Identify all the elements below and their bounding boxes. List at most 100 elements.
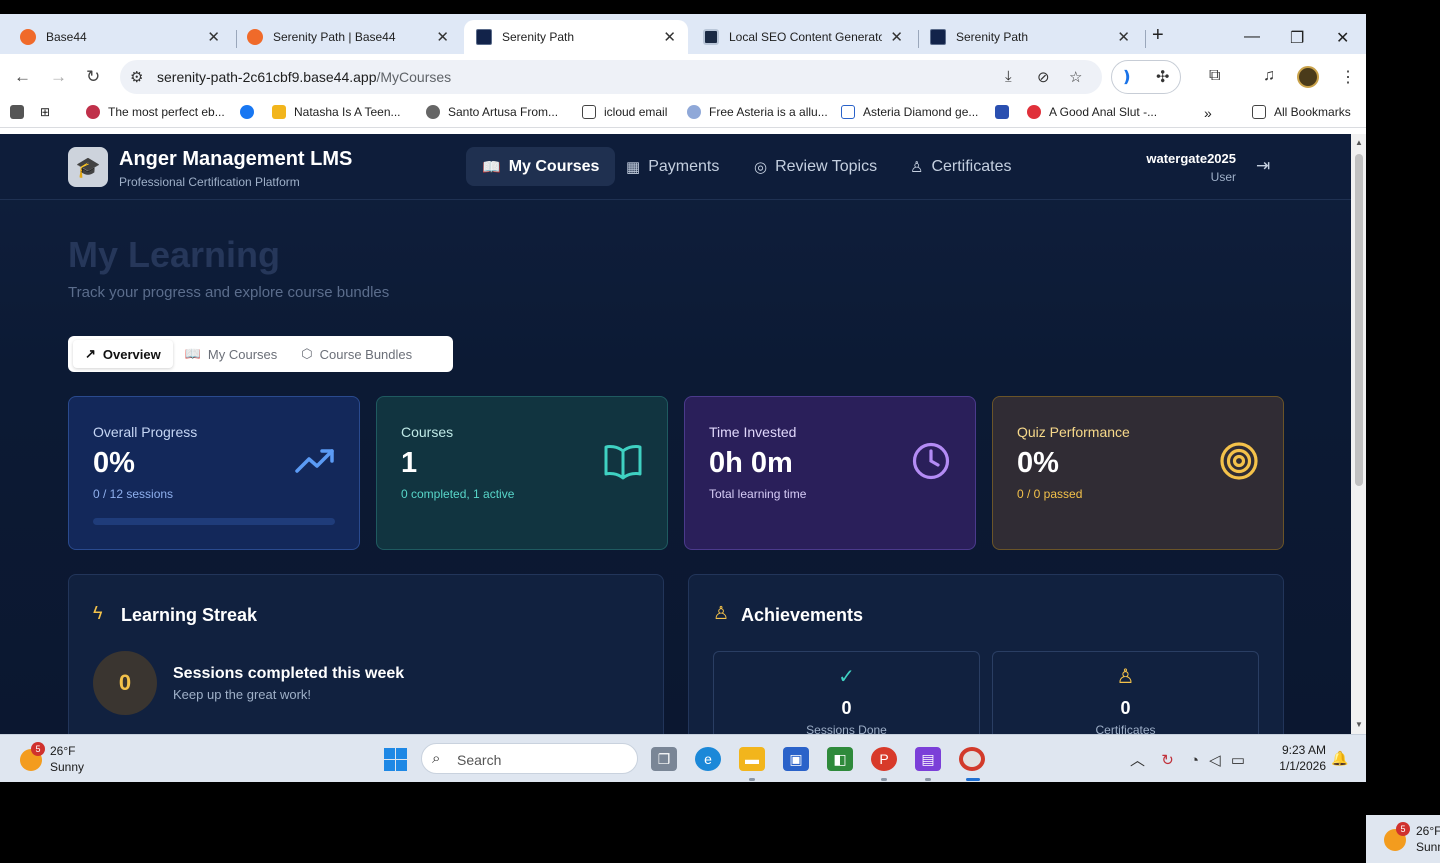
bookmark-label: Asteria Diamond ge... <box>863 105 979 119</box>
app-viewport: 🎓 Anger Management LMS Professional Cert… <box>0 134 1351 734</box>
nav-payments[interactable]: ▦ Payments <box>610 147 735 186</box>
browser-tab-strip: Base44 ✕ Serenity Path | Base44 ✕ Sereni… <box>0 14 1366 54</box>
profile-avatar[interactable] <box>1297 66 1319 88</box>
tab-my-courses[interactable]: 📖 My Courses <box>173 340 290 368</box>
scroll-up-icon[interactable]: ▲ <box>1355 138 1363 147</box>
subtab-label: Course Bundles <box>319 346 413 362</box>
card-value: 1 <box>401 447 418 479</box>
courses-card: Courses 1 0 completed, 1 active <box>376 396 668 550</box>
clipchamp-icon[interactable]: ▤ <box>915 747 941 771</box>
clock-date[interactable]: 1/1/2026 <box>1264 759 1326 773</box>
nav-certificates[interactable]: ♙ Certificates <box>894 147 1027 186</box>
bookmark-item[interactable]: The most perfect eb... <box>86 105 225 119</box>
site-info-icon[interactable]: ⚙ <box>130 68 143 86</box>
task-view-icon[interactable]: ❐ <box>651 747 677 771</box>
close-tab-icon[interactable]: ✕ <box>1117 28 1130 46</box>
bookmark-item[interactable]: A Good Anal Slut -... <box>1027 105 1157 119</box>
nav-my-courses[interactable]: 📖 My Courses <box>466 147 616 186</box>
card-label: Time Invested <box>709 424 797 440</box>
graduation-cap-icon[interactable]: 🎓 <box>68 147 108 187</box>
target-icon: ◎ <box>754 158 768 176</box>
file-explorer-icon[interactable]: ▬ <box>739 747 765 771</box>
bookmark-item[interactable] <box>240 105 262 119</box>
volume-icon[interactable]: ◁ <box>1209 752 1221 769</box>
forward-icon[interactable]: → <box>50 67 67 87</box>
browser-tab[interactable]: Serenity Path ✕ <box>918 20 1142 54</box>
nav-review-topics[interactable]: ◎ Review Topics <box>738 147 893 186</box>
award-icon: ♙ <box>713 603 730 623</box>
bookmark-item[interactable] <box>995 105 1017 119</box>
browser-tab[interactable]: Serenity Path | Base44 ✕ <box>235 20 461 54</box>
nav-label: Certificates <box>931 157 1012 175</box>
edge-icon[interactable]: e <box>695 747 721 771</box>
brand-title[interactable]: Anger Management LMS <box>119 148 352 171</box>
close-tab-icon[interactable]: ✕ <box>890 28 903 46</box>
user-name: watergate2025 <box>1146 151 1236 166</box>
running-indicator <box>749 778 755 781</box>
target-icon <box>1220 442 1258 480</box>
close-window-icon[interactable]: ✕ <box>1336 28 1349 48</box>
back-icon[interactable]: ← <box>14 67 31 87</box>
close-tab-icon[interactable]: ✕ <box>663 28 676 46</box>
taskbar-search[interactable]: ⌕ Search <box>421 743 638 774</box>
browser-tab[interactable]: Local SEO Content Generator ✕ <box>691 20 915 54</box>
tray-overflow-icon[interactable]: ︿ <box>1130 752 1145 769</box>
menu-dots-icon[interactable]: ⋮ <box>1340 67 1356 87</box>
minimize-icon[interactable]: — <box>1244 28 1260 46</box>
tab-overview[interactable]: ↗ Overview <box>73 340 173 368</box>
tab-search-icon[interactable]: ⧉ <box>1209 67 1220 85</box>
chrome-icon[interactable] <box>959 747 985 771</box>
brand-subtitle: Professional Certification Platform <box>119 175 300 189</box>
achievement-value: 0 <box>841 698 852 718</box>
close-tab-icon[interactable]: ✕ <box>207 28 220 46</box>
book-icon: 📖 <box>482 158 501 176</box>
tab-course-bundles[interactable]: ⬡ Course Bundles <box>289 340 424 368</box>
browser-tab[interactable]: Base44 ✕ <box>8 20 232 54</box>
url-text[interactable]: serenity-path-2c61cbf9.base44.app/MyCour… <box>157 69 451 85</box>
app-icon <box>995 105 1009 119</box>
logout-icon[interactable]: ⇥ <box>1256 156 1270 176</box>
page-subtitle: Track your progress and explore course b… <box>68 284 390 301</box>
extension-wave-icon[interactable]: ❫ <box>1120 67 1133 87</box>
sync-icon[interactable]: ↻ <box>1161 752 1174 769</box>
tracking-protection-icon[interactable]: ⊘ <box>1037 68 1050 86</box>
clock-time[interactable]: 9:23 AM <box>1270 743 1326 757</box>
bookmark-item[interactable]: Asteria Diamond ge... <box>841 105 978 119</box>
search-placeholder: Search <box>457 752 502 768</box>
omnibox[interactable]: ⚙ serenity-path-2c61cbf9.base44.app/MyCo… <box>120 60 1102 94</box>
wifi-icon[interactable]: ◔ <box>1190 752 1199 769</box>
bookmark-item[interactable]: icloud email <box>582 105 667 119</box>
battery-icon[interactable]: ▭ <box>1231 752 1245 769</box>
bookmark-item[interactable]: Free Asteria is a allu... <box>687 105 828 119</box>
extensions-puzzle-icon[interactable]: ✣ <box>1156 67 1169 87</box>
streak-message: Keep up the great work! <box>173 687 312 702</box>
close-tab-icon[interactable]: ✕ <box>436 28 449 46</box>
media-icon[interactable]: ♫ <box>1263 67 1275 85</box>
bookmark-item[interactable]: Natasha Is A Teen... <box>272 105 401 119</box>
all-bookmarks[interactable]: All Bookmarks <box>1252 105 1351 119</box>
powerpoint-icon[interactable]: P <box>871 747 897 771</box>
store-icon[interactable]: ▣ <box>783 747 809 771</box>
reload-icon[interactable]: ↻ <box>86 67 100 87</box>
site-icon <box>1027 105 1041 119</box>
windows-start-icon[interactable] <box>384 748 407 771</box>
restore-icon[interactable]: ❐ <box>1290 28 1304 48</box>
award-icon: ♙ <box>910 158 924 176</box>
bookmark-item[interactable]: Santo Artusa From... <box>426 105 558 119</box>
page-scrollbar[interactable]: ▲ ▼ <box>1351 134 1366 734</box>
serenity-favicon-icon <box>476 29 492 45</box>
notification-bell-icon[interactable]: 🔔 <box>1331 750 1348 767</box>
bookmark-star-icon[interactable]: ☆ <box>1069 68 1082 86</box>
meet-icon[interactable]: ◧ <box>827 747 853 771</box>
more-bookmarks-icon[interactable]: » <box>1204 105 1212 121</box>
apps-grid-icon[interactable]: ⊞ <box>40 105 50 119</box>
new-tab-icon[interactable]: + <box>1152 24 1164 47</box>
serenity-favicon-icon <box>930 29 946 45</box>
install-app-icon[interactable]: ⤓ <box>1005 68 1012 85</box>
card-label: Quiz Performance <box>1017 424 1130 440</box>
scroll-thumb[interactable] <box>1355 154 1363 486</box>
sidepanel-icon[interactable] <box>10 105 32 119</box>
scroll-down-icon[interactable]: ▼ <box>1355 720 1363 729</box>
running-indicator <box>925 778 931 781</box>
browser-tab-active[interactable]: Serenity Path ✕ <box>464 20 688 54</box>
